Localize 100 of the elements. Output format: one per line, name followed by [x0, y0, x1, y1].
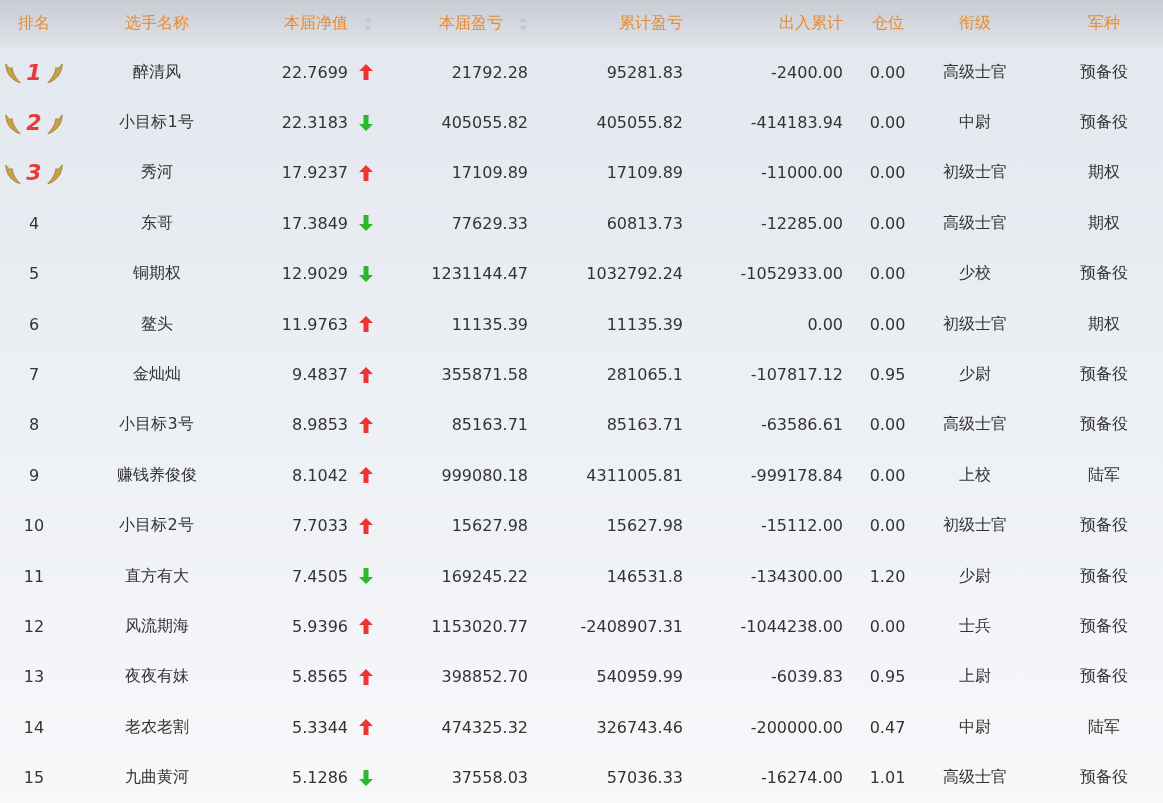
- player-name: 小目标1号: [119, 112, 194, 134]
- military-grade: 中尉: [959, 716, 991, 738]
- column-header: 出入累计: [779, 13, 843, 34]
- current-pnl: 1231144.47: [431, 264, 528, 284]
- cash-flow: -6039.83: [771, 667, 843, 687]
- service-branch: 期权: [1088, 212, 1120, 234]
- net-value: 5.1286: [292, 768, 348, 788]
- player-name: 东哥: [140, 212, 173, 234]
- military-grade: 初级士官: [943, 162, 1007, 184]
- position-ratio: 0.00: [869, 415, 906, 435]
- player-name: 鳌头: [140, 313, 173, 335]
- service-branch: 预备役: [1080, 61, 1128, 83]
- service-branch: 预备役: [1080, 263, 1128, 285]
- rank-number: 9: [28, 465, 40, 485]
- net-value: 7.7033: [292, 516, 348, 536]
- cash-flow: -999178.84: [750, 465, 843, 485]
- current-pnl: 21792.28: [451, 62, 528, 82]
- current-pnl: 77629.33: [451, 213, 528, 233]
- column-header: 仓位: [871, 13, 904, 34]
- net-value: 17.9237: [281, 163, 348, 183]
- rank-number: 7: [28, 365, 40, 385]
- military-grade: 士兵: [959, 616, 991, 637]
- net-value: 5.3344: [292, 717, 348, 737]
- position-ratio: 0.00: [869, 213, 906, 233]
- rank-number: 8: [28, 415, 40, 435]
- cash-flow: -107817.12: [750, 365, 843, 385]
- military-grade: 上尉: [959, 666, 991, 688]
- military-grade: 少尉: [959, 364, 991, 386]
- service-branch: 预备役: [1080, 515, 1128, 537]
- column-header: 选手名称: [124, 13, 189, 34]
- position-ratio: 0.00: [869, 314, 906, 334]
- cash-flow: -16274.00: [760, 768, 843, 788]
- column-header[interactable]: 本届盈亏: [439, 13, 528, 34]
- rank-number: 15: [23, 768, 45, 788]
- cash-flow: -1052933.00: [740, 264, 843, 284]
- service-branch: 陆军: [1088, 716, 1120, 738]
- total-pnl: 405055.82: [596, 113, 683, 133]
- current-pnl: 398852.70: [441, 667, 528, 687]
- rank-number: 13: [23, 667, 45, 687]
- military-grade: 少校: [959, 263, 991, 285]
- cash-flow: -2400.00: [771, 62, 843, 82]
- military-grade: 高级士官: [943, 212, 1007, 234]
- service-branch: 预备役: [1080, 364, 1128, 386]
- player-name: 铜期权: [132, 263, 181, 285]
- player-name: 秀河: [140, 162, 173, 184]
- rank-number: 6: [28, 314, 40, 334]
- column-header: 累计盈亏: [619, 13, 683, 34]
- net-value: 22.3183: [281, 113, 348, 133]
- current-pnl: 17109.89: [451, 163, 528, 183]
- service-branch: 预备役: [1080, 112, 1128, 134]
- column-header[interactable]: 本届净值: [284, 13, 373, 34]
- position-ratio: 0.00: [869, 113, 906, 133]
- cash-flow: -200000.00: [750, 717, 843, 737]
- cash-flow: -11000.00: [760, 163, 843, 183]
- current-pnl: 169245.22: [441, 566, 528, 586]
- position-ratio: 0.95: [869, 365, 906, 385]
- total-pnl: 4311005.81: [586, 465, 683, 485]
- military-grade: 初级士官: [943, 515, 1007, 537]
- position-ratio: 1.20: [869, 566, 906, 586]
- current-pnl: 11135.39: [451, 314, 528, 334]
- rank-number: 12: [23, 617, 45, 636]
- position-ratio: 0.00: [869, 62, 906, 82]
- service-branch: 预备役: [1080, 666, 1128, 688]
- current-pnl: 355871.58: [441, 365, 528, 385]
- rank-number: 1: [26, 59, 42, 85]
- service-branch: 陆军: [1088, 464, 1120, 486]
- net-value: 8.9853: [292, 415, 348, 435]
- cash-flow: 0.00: [807, 314, 843, 334]
- military-grade: 少尉: [959, 565, 991, 587]
- current-pnl: 37558.03: [451, 768, 528, 788]
- position-ratio: 0.00: [869, 617, 906, 636]
- position-ratio: 1.01: [869, 768, 906, 788]
- military-grade: 上校: [959, 464, 991, 486]
- military-grade: 中尉: [959, 112, 991, 134]
- total-pnl: 60813.73: [606, 213, 683, 233]
- player-name: 赚钱养俊俊: [116, 464, 197, 486]
- player-name: 直方有大: [124, 565, 189, 587]
- military-grade: 高级士官: [943, 767, 1007, 789]
- net-value: 22.7699: [281, 62, 348, 82]
- current-pnl: 1153020.77: [431, 617, 528, 636]
- service-branch: 期权: [1088, 162, 1120, 184]
- net-value: 8.1042: [292, 465, 348, 485]
- net-value: 12.9029: [281, 264, 348, 284]
- column-header: 军种: [1088, 13, 1120, 34]
- net-value: 9.4837: [292, 365, 348, 385]
- current-pnl: 85163.71: [451, 415, 528, 435]
- total-pnl: 11135.39: [606, 314, 683, 334]
- player-name: 老农老割: [124, 716, 189, 738]
- net-value: 11.9763: [281, 314, 348, 334]
- total-pnl: 1032792.24: [586, 264, 683, 284]
- service-branch: 预备役: [1080, 565, 1128, 587]
- rank-number: 10: [23, 516, 45, 536]
- position-ratio: 0.00: [869, 516, 906, 536]
- service-branch: 预备役: [1080, 616, 1128, 637]
- total-pnl: 281065.1: [606, 365, 683, 385]
- column-header: 排名: [18, 13, 50, 34]
- player-name: 小目标3号: [119, 414, 194, 436]
- player-name: 小目标2号: [119, 515, 194, 537]
- current-pnl: 474325.32: [441, 717, 528, 737]
- position-ratio: 0.47: [869, 717, 906, 737]
